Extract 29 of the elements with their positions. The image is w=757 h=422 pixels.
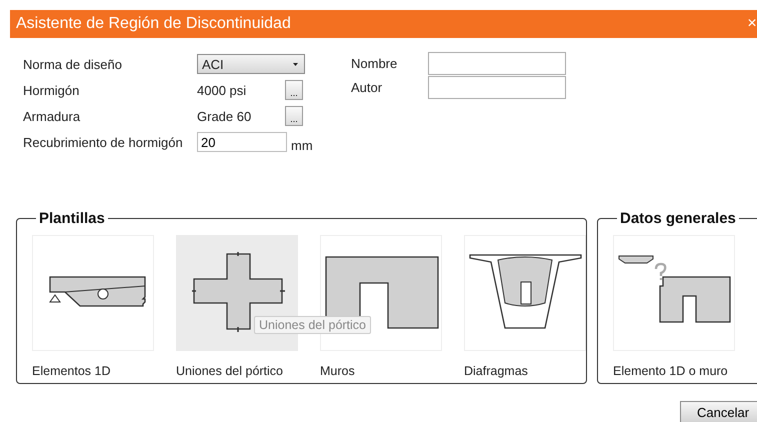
browse-button[interactable]: ...: [285, 80, 303, 100]
cover-input[interactable]: 20: [197, 132, 287, 152]
cancel-button[interactable]: Cancelar: [680, 401, 757, 422]
template-tile[interactable]: [613, 235, 735, 351]
browse-button[interactable]: ...: [285, 106, 303, 126]
window-title: Asistente de Región de Discontinuidad: [16, 15, 291, 33]
design-code-dropdown[interactable]: ACI: [197, 54, 305, 74]
field-label: Nombre: [351, 56, 398, 71]
caret-icon: [293, 62, 298, 66]
template-label: Diafragmas: [464, 364, 529, 378]
field-value: Grade 60: [197, 108, 252, 124]
tooltip: Uniones del pórtico: [254, 316, 372, 334]
text-field[interactable]: [428, 52, 566, 75]
template-tile[interactable]: [32, 235, 154, 351]
field-value: 4000 psi: [197, 82, 248, 98]
unit-label: mm: [291, 138, 313, 152]
group-title: Plantillas: [38, 210, 106, 227]
field-label: Hormigón: [23, 82, 80, 98]
template-label: Elementos 1D: [32, 364, 112, 378]
template-label: Elemento 1D o muro: [613, 364, 729, 378]
text-field[interactable]: [428, 76, 566, 99]
group-title: Datos generales: [619, 210, 737, 227]
field-label: Armadura: [23, 108, 82, 124]
field-label: Recubrimiento de hormigón: [23, 134, 184, 150]
field-label: Autor: [351, 80, 384, 95]
field-label: Norma de diseño: [23, 56, 123, 72]
template-label: Uniones del pórtico: [176, 364, 284, 378]
template-label: Muros: [320, 364, 356, 378]
template-tile[interactable]: [464, 235, 586, 351]
